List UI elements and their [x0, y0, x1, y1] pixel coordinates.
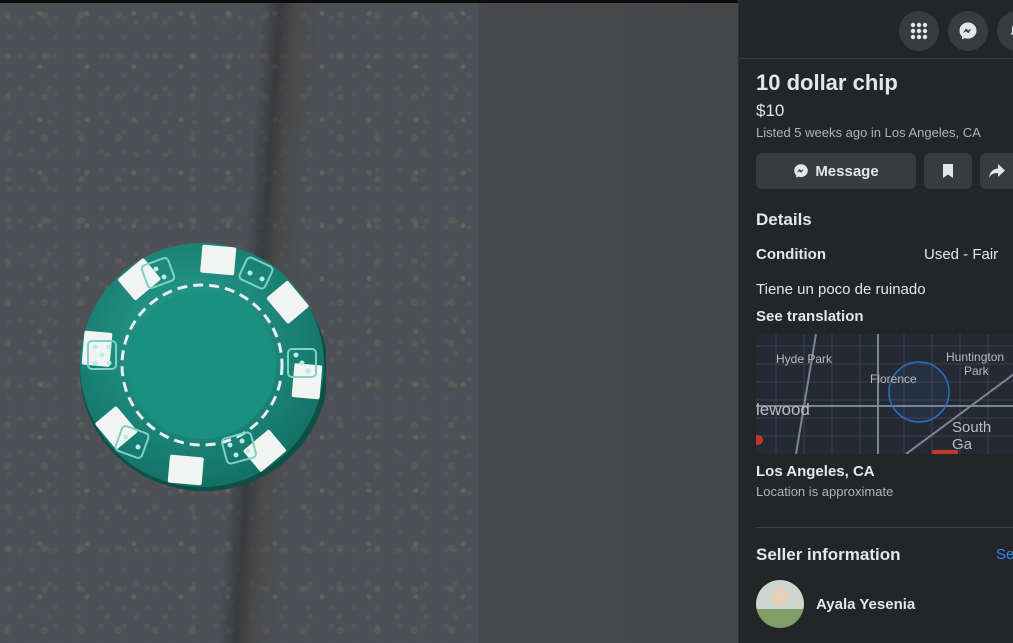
listing-meta: Listed 5 weeks ago in Los Angeles, CA [756, 125, 981, 140]
listing-details-panel: 10 dollar chip $10 Listed 5 weeks ago in… [738, 0, 1013, 643]
message-button-label: Message [815, 162, 879, 180]
listing-photo-viewer [0, 3, 738, 643]
seller-avatar[interactable] [756, 580, 804, 628]
save-button[interactable] [924, 153, 972, 189]
seller-info-heading: Seller information [756, 545, 901, 564]
share-arrow-icon [989, 164, 1005, 178]
map-label-south-gate: South Ga [952, 419, 992, 453]
map-label-huntington: Huntington [946, 350, 1005, 364]
apps-grid-icon[interactable] [899, 11, 939, 51]
location-map[interactable]: Hyde Park Huntington Park Florence lewoo… [756, 334, 1013, 454]
bookmark-icon [943, 164, 953, 178]
notifications-bell-icon[interactable] [997, 11, 1013, 51]
see-translation-link[interactable]: See translation [756, 308, 864, 325]
seller-name[interactable]: Ayala Yesenia [816, 596, 915, 613]
details-heading: Details [756, 210, 812, 229]
seller-details-link[interactable]: Se [996, 546, 1013, 563]
message-button[interactable]: Message [756, 153, 916, 189]
map-label-florence: Florence [870, 372, 917, 386]
listing-description: Tiene un poco de ruinado [756, 281, 926, 298]
section-divider [756, 527, 1013, 528]
share-button[interactable] [980, 153, 1013, 189]
map-label-inglewood: lewood [756, 400, 810, 419]
location-name: Los Angeles, CA [756, 463, 875, 480]
listing-photo[interactable] [0, 3, 479, 643]
map-label-hyde-park: Hyde Park [776, 352, 833, 366]
poker-chip-image [80, 243, 326, 491]
listing-title: 10 dollar chip [756, 70, 898, 95]
listing-price: $10 [756, 101, 785, 120]
condition-label: Condition [756, 246, 826, 263]
condition-value: Used - Fair [924, 246, 999, 263]
map-label-huntington-park: Park [964, 364, 989, 378]
top-bar [739, 0, 1013, 59]
location-note: Location is approximate [756, 484, 894, 499]
messenger-icon [794, 164, 809, 178]
messenger-icon[interactable] [948, 11, 988, 51]
